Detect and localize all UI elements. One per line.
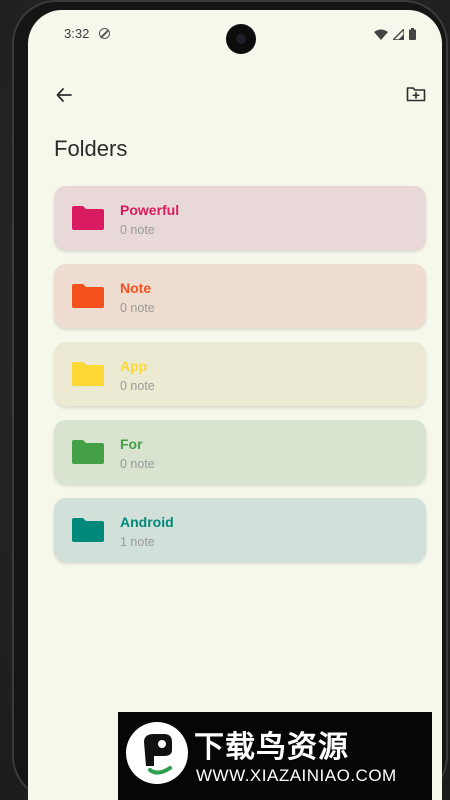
folder-icon — [72, 206, 104, 230]
watermark-brand-text: 下载鸟资源 — [194, 730, 349, 765]
watermark-url: WWW.XIAZAINIAO.COM — [196, 766, 397, 785]
folder-item-note[interactable]: Note 0 note — [54, 264, 426, 328]
folder-icon — [72, 284, 104, 308]
wifi-icon — [374, 29, 388, 40]
folder-icon — [72, 362, 104, 386]
front-camera — [226, 24, 256, 54]
folder-note-count: 0 note — [120, 379, 155, 393]
folder-note-count: 0 note — [120, 301, 155, 315]
folder-icon — [72, 518, 104, 542]
new-folder-button[interactable] — [402, 82, 430, 110]
status-time: 3:32 — [64, 26, 90, 41]
folder-note-count: 0 note — [120, 457, 155, 471]
folder-note-count: 0 note — [120, 223, 155, 237]
app-screen: 3:32 Folders Powerful 0 note Note 0 note… — [28, 10, 442, 800]
back-button[interactable] — [50, 82, 78, 110]
do-not-disturb-icon — [99, 28, 110, 39]
bird-logo-icon — [124, 720, 190, 786]
folder-plus-icon — [406, 86, 426, 106]
folder-name: Powerful — [120, 202, 180, 218]
folder-name: Note — [120, 280, 152, 296]
folder-item-powerful[interactable]: Powerful 0 note — [54, 186, 426, 250]
folder-icon — [72, 440, 104, 464]
watermark-banner: 下载鸟资源 WWW.XIAZAINIAO.COM — [118, 712, 432, 800]
device-scene: 3:32 Folders Powerful 0 note Note 0 note… — [0, 0, 450, 800]
folder-note-count: 1 note — [120, 535, 155, 549]
phone-frame: 3:32 Folders Powerful 0 note Note 0 note… — [12, 0, 448, 800]
folder-item-for[interactable]: For 0 note — [54, 420, 426, 484]
folder-item-android[interactable]: Android 1 note — [54, 498, 426, 562]
signal-icon — [393, 28, 404, 40]
folder-name: For — [120, 436, 143, 452]
folder-item-app[interactable]: App 0 note — [54, 342, 426, 406]
folder-list: Powerful 0 note Note 0 note App 0 note F… — [54, 186, 426, 576]
status-icons — [374, 28, 416, 40]
battery-icon — [409, 28, 416, 40]
page-title: Folders — [54, 136, 128, 161]
status-bar: 3:32 — [28, 10, 442, 56]
arrow-left-icon — [56, 87, 72, 106]
folder-name: Android — [120, 514, 174, 530]
app-bar — [28, 74, 442, 118]
folder-name: App — [120, 358, 148, 374]
